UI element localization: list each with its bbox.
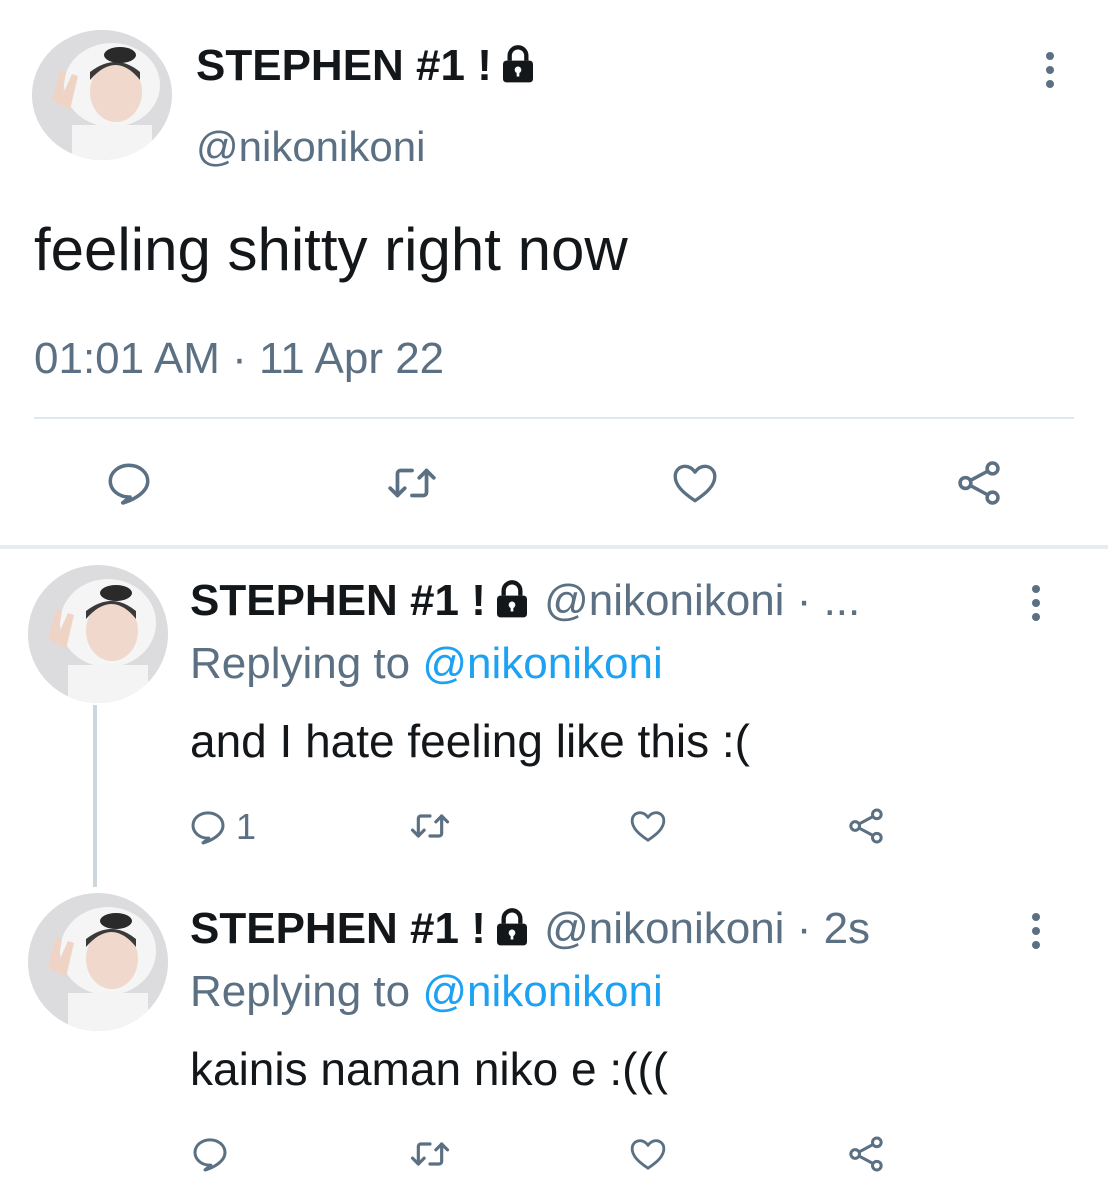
reply-count: 1 bbox=[236, 806, 257, 847]
tweet-time[interactable]: 01:01 AM bbox=[34, 334, 220, 383]
like-icon[interactable] bbox=[668, 458, 722, 508]
share-icon[interactable] bbox=[844, 1134, 888, 1174]
separator: · bbox=[232, 334, 247, 383]
handle[interactable]: @nikonikoni bbox=[544, 904, 784, 953]
lock-icon bbox=[498, 44, 538, 96]
avatar[interactable] bbox=[32, 30, 172, 160]
replying-to-label: Replying to bbox=[190, 639, 411, 688]
handle[interactable]: @nikonikoni bbox=[544, 576, 784, 625]
display-name[interactable]: STEPHEN #1 ! bbox=[196, 40, 538, 96]
tweet-text: kainis naman niko e :((( bbox=[190, 1043, 669, 1095]
avatar[interactable] bbox=[28, 893, 168, 1031]
tweet-meta: · ... bbox=[796, 576, 861, 625]
more-icon[interactable] bbox=[1016, 913, 1056, 955]
timestamp: 01:01 AM · 11 Apr 22 bbox=[34, 333, 444, 385]
reply-icon[interactable] bbox=[190, 1134, 230, 1174]
thread-line bbox=[93, 705, 97, 887]
tweet-text: and I hate feeling like this :( bbox=[190, 715, 750, 767]
replying-to-label: Replying to bbox=[190, 967, 411, 1016]
like-icon[interactable] bbox=[626, 1134, 670, 1174]
retweet-icon[interactable] bbox=[408, 806, 452, 846]
tweet-text: feeling shitty right now bbox=[34, 216, 628, 283]
more-icon[interactable] bbox=[1016, 585, 1056, 627]
reply-icon[interactable] bbox=[188, 807, 228, 847]
tweet-date[interactable]: 11 Apr 22 bbox=[259, 334, 444, 383]
display-name-text[interactable]: STEPHEN #1 ! bbox=[196, 41, 492, 90]
avatar[interactable] bbox=[28, 565, 168, 703]
lock-icon bbox=[492, 579, 532, 631]
more-icon[interactable] bbox=[1030, 52, 1070, 94]
replying-to: Replying to @nikonikoni bbox=[190, 966, 663, 1018]
lock-icon bbox=[492, 907, 532, 959]
reply-button[interactable]: 1 bbox=[188, 806, 256, 848]
reply-header: STEPHEN #1 ! @nikonikoni · 2s bbox=[190, 903, 870, 959]
display-name[interactable]: STEPHEN #1 ! bbox=[190, 576, 486, 625]
retweet-icon[interactable] bbox=[385, 458, 439, 508]
replying-to: Replying to @nikonikoni bbox=[190, 638, 663, 690]
replying-to-handle[interactable]: @nikonikoni bbox=[422, 967, 662, 1016]
reply-icon[interactable] bbox=[104, 458, 154, 508]
share-icon[interactable] bbox=[952, 458, 1006, 508]
display-name[interactable]: STEPHEN #1 ! bbox=[190, 904, 486, 953]
section-divider bbox=[0, 545, 1108, 549]
retweet-icon[interactable] bbox=[408, 1134, 452, 1174]
handle[interactable]: @nikonikoni bbox=[196, 122, 425, 172]
tweet-meta: · 2s bbox=[796, 904, 871, 953]
divider bbox=[34, 417, 1074, 419]
replying-to-handle[interactable]: @nikonikoni bbox=[422, 639, 662, 688]
like-icon[interactable] bbox=[626, 806, 670, 846]
share-icon[interactable] bbox=[844, 806, 888, 846]
reply-header: STEPHEN #1 ! @nikonikoni · ... bbox=[190, 575, 860, 631]
